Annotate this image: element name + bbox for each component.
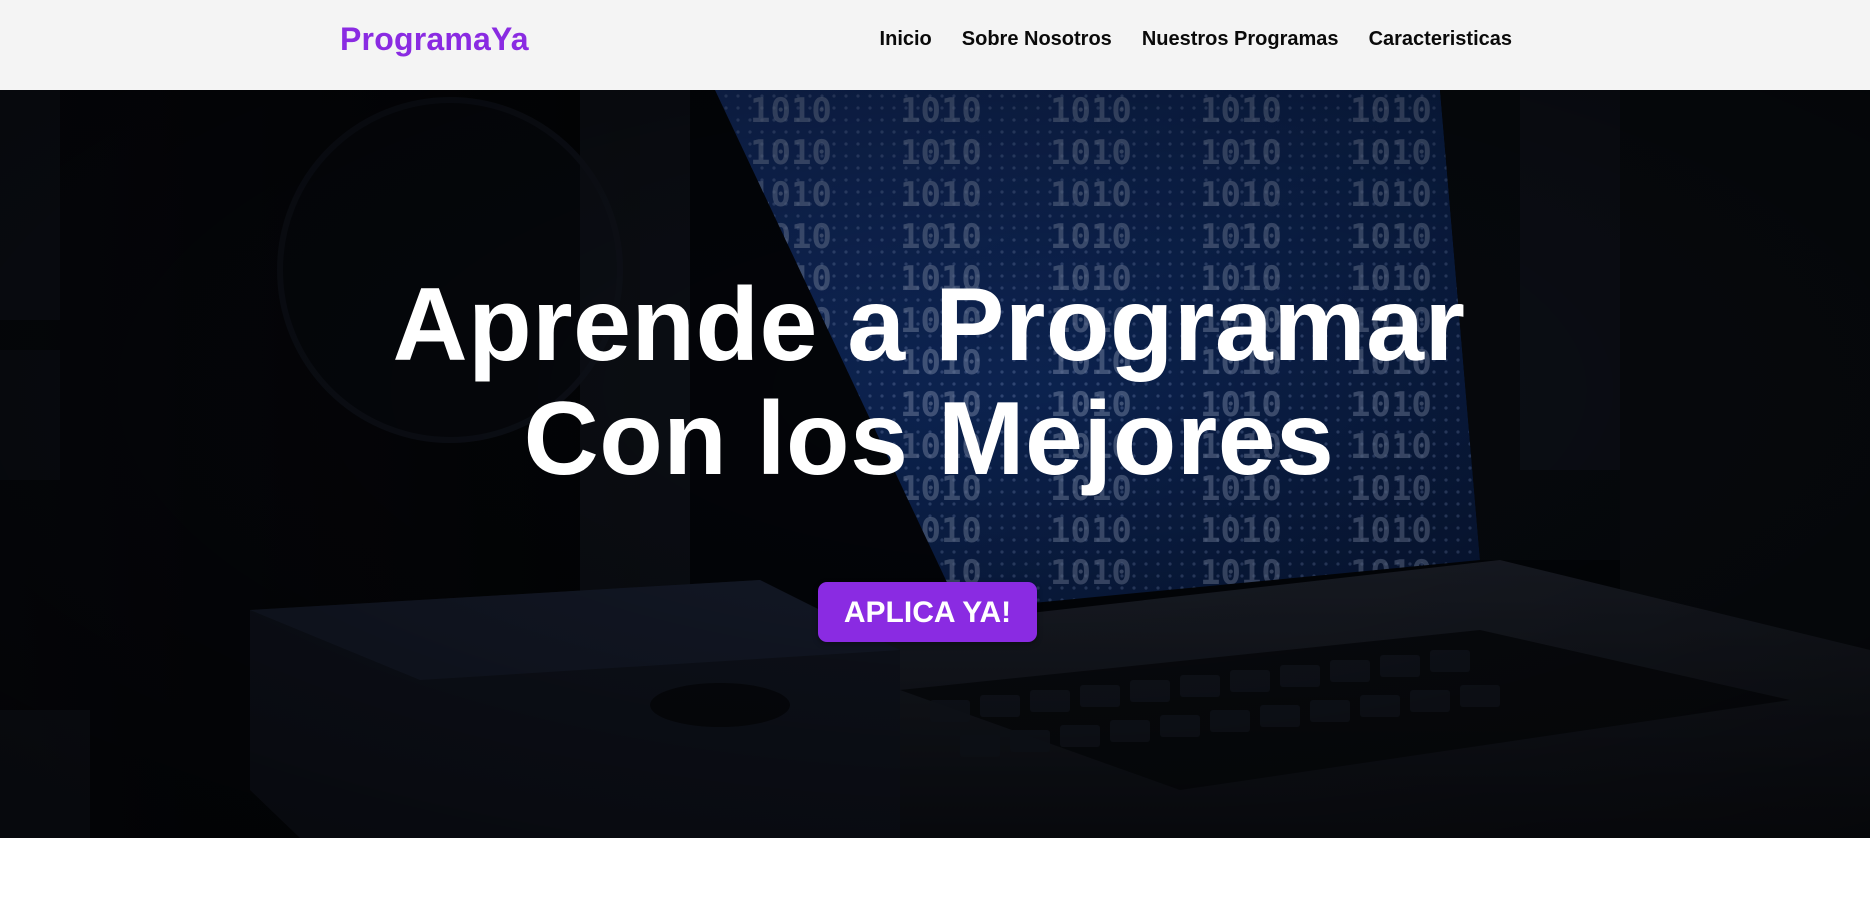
apply-now-button[interactable]: APLICA YA! xyxy=(818,582,1037,642)
nav-link-sobre-nosotros[interactable]: Sobre Nosotros xyxy=(962,27,1112,51)
hero-title-line-1: Aprende a Programar xyxy=(392,267,1466,383)
hero-title: Aprende a Programar Con los Mejores xyxy=(0,268,1858,496)
hero-title-line-2: Con los Mejores xyxy=(523,381,1335,497)
hero-section: 1010 xyxy=(0,90,1870,838)
nav-link-caracteristicas[interactable]: Caracteristicas xyxy=(1369,27,1512,51)
site-header: ProgramaYa Inicio Sobre Nosotros Nuestro… xyxy=(0,0,1870,90)
nav-link-nuestros-programas[interactable]: Nuestros Programas xyxy=(1142,27,1339,51)
nav-link-inicio[interactable]: Inicio xyxy=(880,27,932,51)
main-nav: Inicio Sobre Nosotros Nuestros Programas… xyxy=(880,27,1512,51)
brand-logo[interactable]: ProgramaYa xyxy=(340,20,529,58)
